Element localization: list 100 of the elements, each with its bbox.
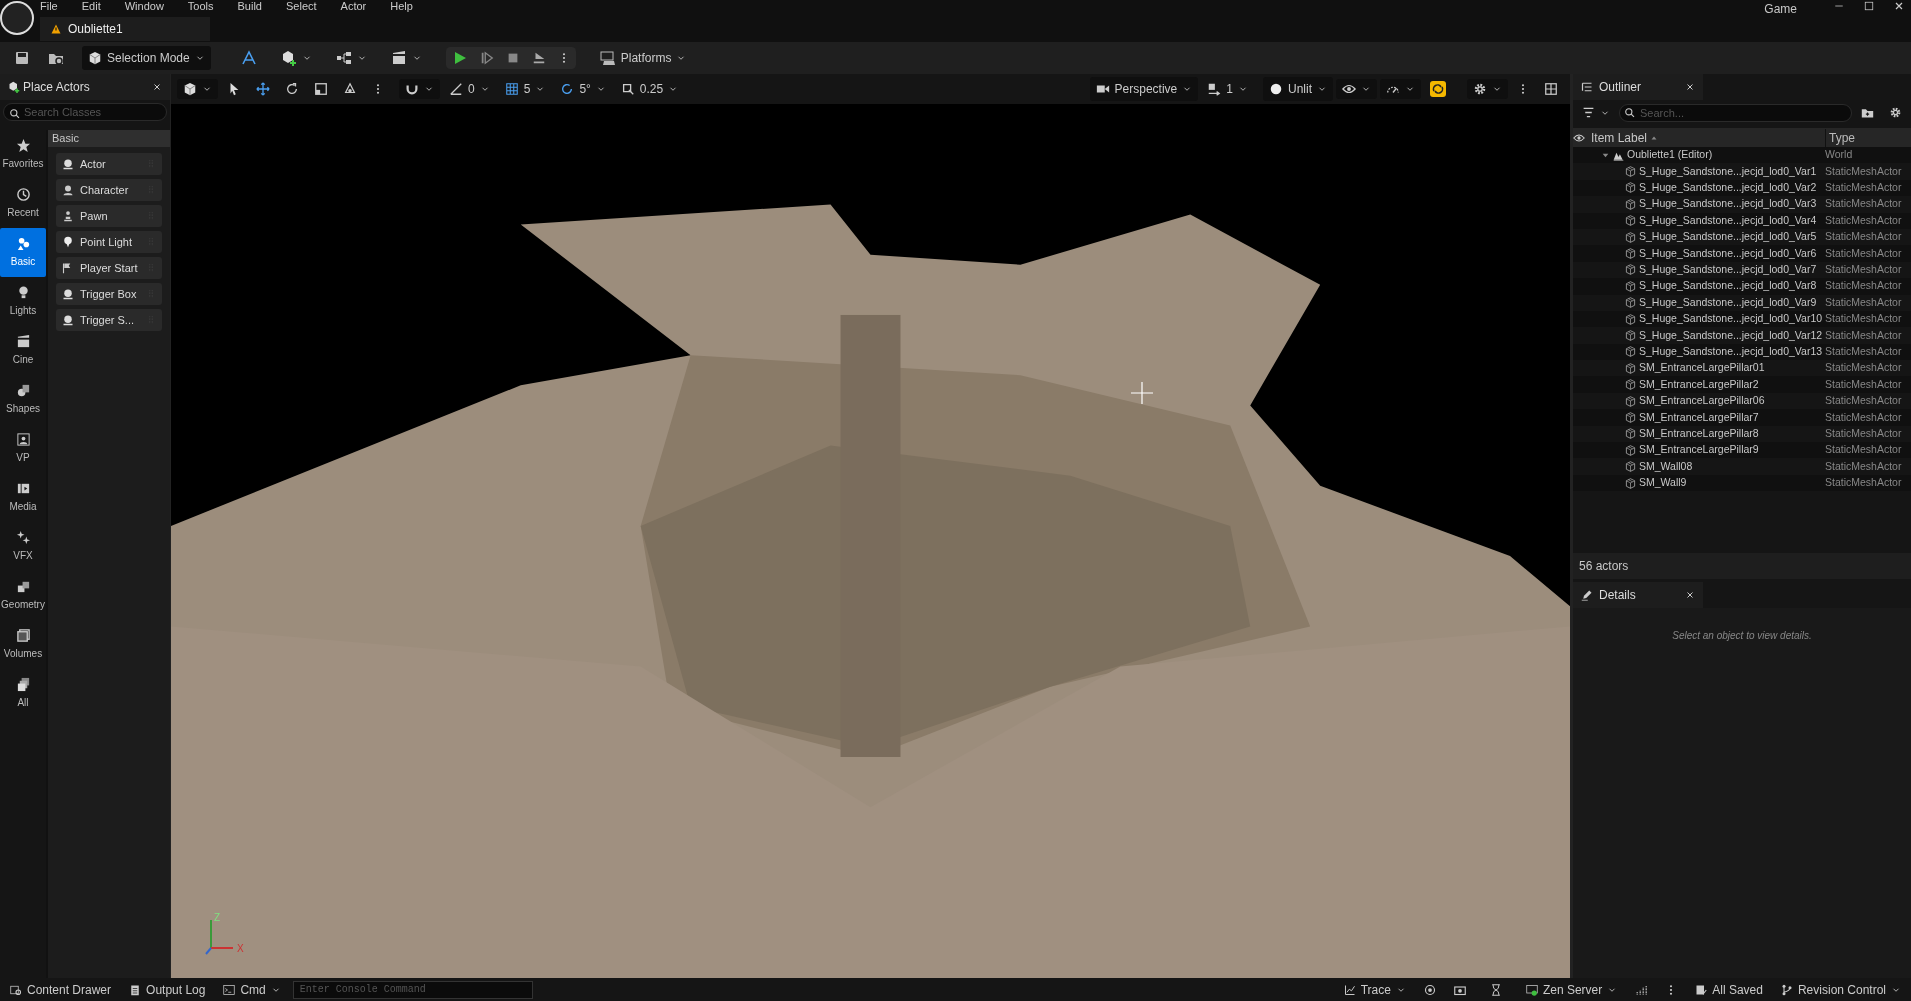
item-label[interactable]: S_Huge_Sandstone...jecjd_lod0_Var12 [1639,327,1823,344]
category-tab[interactable]: Basic [0,228,46,277]
actor-item[interactable]: Actor [56,153,162,175]
category-tab[interactable]: Geometry [0,571,46,620]
category-tab[interactable]: Shapes [0,375,46,424]
item-type: StaticMeshActor [1825,163,1903,179]
show-dropdown[interactable] [1336,79,1377,99]
grid-snap-dropdown[interactable]: 5 [498,77,552,101]
category-tab[interactable]: Cine [0,326,46,375]
item-label[interactable]: SM_EntranceLargePillar7 [1639,409,1759,426]
performance-dropdown[interactable] [1380,79,1421,99]
item-label[interactable]: S_Huge_Sandstone...jecjd_lod0_Var9 [1639,294,1817,311]
mesh-icon [1625,166,1636,178]
item-label[interactable]: S_Huge_Sandstone...jecjd_lod0_Var6 [1639,245,1817,262]
panel-tab[interactable]: Outliner [1573,74,1703,100]
menu-item[interactable]: File [40,0,58,15]
selection-mode-dropdown[interactable]: Selection Mode [82,46,211,70]
platforms-dropdown[interactable]: Platforms [593,46,693,70]
transform-mode-dropdown[interactable] [177,79,218,99]
save-status-button[interactable]: All Saved [1689,977,1769,1001]
rotation-snap-dropdown[interactable]: 5° [554,77,612,101]
clapper-icon [390,50,407,66]
item-label[interactable]: S_Huge_Sandstone...jecjd_lod0_Var10 [1639,311,1823,327]
view-mode-dropdown[interactable]: Unlit [1263,77,1333,101]
item-label[interactable]: S_Huge_Sandstone...jecjd_lod0_Var4 [1639,212,1817,229]
category-tab[interactable]: Media [0,473,46,522]
filter-icon [1582,106,1595,119]
item-label[interactable]: S_Huge_Sandstone...jecjd_lod0_Var5 [1639,229,1817,245]
item-label[interactable]: SM_EntranceLargePillar9 [1639,442,1759,459]
level-tab[interactable]: Oubliette1 [40,17,210,41]
item-label[interactable]: Oubliette1 (Editor) [1627,147,1713,164]
search-field[interactable]: Search... [1619,103,1852,122]
item-label[interactable]: S_Huge_Sandstone...jecjd_lod0_Var2 [1639,180,1817,196]
close-icon[interactable] [152,82,162,92]
console-field[interactable]: Enter Console Command [292,980,533,999]
menu-item[interactable]: Window [124,0,164,15]
item-label[interactable]: SM_EntranceLargePillar2 [1639,376,1759,393]
settings-dropdown[interactable] [1467,79,1508,99]
snap-dropdown[interactable] [399,79,440,99]
category-tab[interactable]: Favorites [0,130,46,179]
panel-tab[interactable]: Place Actors [0,74,170,100]
content-drawer-button[interactable]: Content Drawer [4,977,118,1001]
mesh-icon [1625,264,1636,276]
trace-dropdown[interactable]: Trace [1337,977,1412,1001]
menu-item[interactable]: Select [286,0,317,15]
output-log-button[interactable]: Output Log [123,977,212,1001]
angle-icon [449,82,463,96]
item-label[interactable]: SM_EntranceLargePillar01 [1639,360,1765,377]
category-tab[interactable]: Volumes [0,620,46,669]
menu-item[interactable]: Edit [81,0,101,15]
actor-item[interactable]: Trigger S... [56,309,162,331]
maximize-icon[interactable] [1863,0,1875,12]
item-type: StaticMeshActor [1825,425,1903,441]
menu-item[interactable]: Help [390,0,413,15]
scale-snap-dropdown[interactable]: 0.25 [614,77,685,101]
surface-icon [343,82,357,96]
actor-item[interactable]: Trigger Box [56,283,162,305]
mesh-icon [1625,395,1636,407]
cmd-dropdown[interactable]: Cmd [217,977,287,1001]
search-field[interactable]: Search Classes [3,103,167,121]
item-label[interactable]: SM_EntranceLargePillar8 [1639,425,1759,442]
clapper-icon [15,334,31,349]
camera-speed-dropdown[interactable]: 1 [1201,77,1254,101]
zen-server-dropdown[interactable]: Zen Server [1519,977,1624,1001]
eye-icon [1342,82,1356,96]
revision-control-dropdown[interactable]: Revision Control [1774,977,1907,1001]
perspective-dropdown[interactable]: Perspective [1089,77,1199,101]
nodes-icon [335,50,352,66]
server-icon [1525,983,1538,996]
close-icon[interactable] [1685,82,1695,92]
item-label[interactable]: S_Huge_Sandstone...jecjd_lod0_Var13 [1639,344,1823,360]
unreal-logo [0,1,34,35]
category-tab[interactable]: VFX [0,522,46,571]
item-label[interactable]: S_Huge_Sandstone...jecjd_lod0_Var1 [1639,163,1817,180]
column-header[interactable]: Type [1825,128,1911,147]
column-header[interactable]: Item Label [1585,128,1825,147]
close-icon[interactable] [1685,590,1695,600]
mesh-icon [1625,477,1636,489]
item-label[interactable]: SM_Wall9 [1639,475,1687,491]
item-type: StaticMeshActor [1825,294,1903,310]
category-tab[interactable]: All [0,669,46,718]
category-tab[interactable]: Recent [0,179,46,228]
actor-item[interactable]: Pawn [56,205,162,227]
close-icon[interactable] [1893,0,1905,12]
panel-tab[interactable]: Details [1573,582,1703,608]
actor-item[interactable]: Point Light [56,231,162,253]
item-label[interactable]: S_Huge_Sandstone...jecjd_lod0_Var3 [1639,196,1817,213]
menu-item[interactable]: Build [237,0,262,15]
category-tab[interactable]: Lights [0,277,46,326]
angle-snap-dropdown[interactable]: 0 [443,77,496,101]
item-label[interactable]: SM_EntranceLargePillar06 [1639,393,1765,409]
menu-item[interactable]: Actor [340,0,367,15]
actor-item[interactable]: Player Start [56,257,162,279]
item-label[interactable]: S_Huge_Sandstone...jecjd_lod0_Var8 [1639,278,1817,295]
item-label[interactable]: S_Huge_Sandstone...jecjd_lod0_Var7 [1639,262,1817,278]
new-folder-icon [1861,106,1874,119]
category-tab[interactable]: VP [0,424,46,473]
item-label[interactable]: SM_Wall08 [1639,458,1693,475]
actor-item[interactable]: Character [56,179,162,201]
menu-item[interactable]: Tools [187,0,214,15]
